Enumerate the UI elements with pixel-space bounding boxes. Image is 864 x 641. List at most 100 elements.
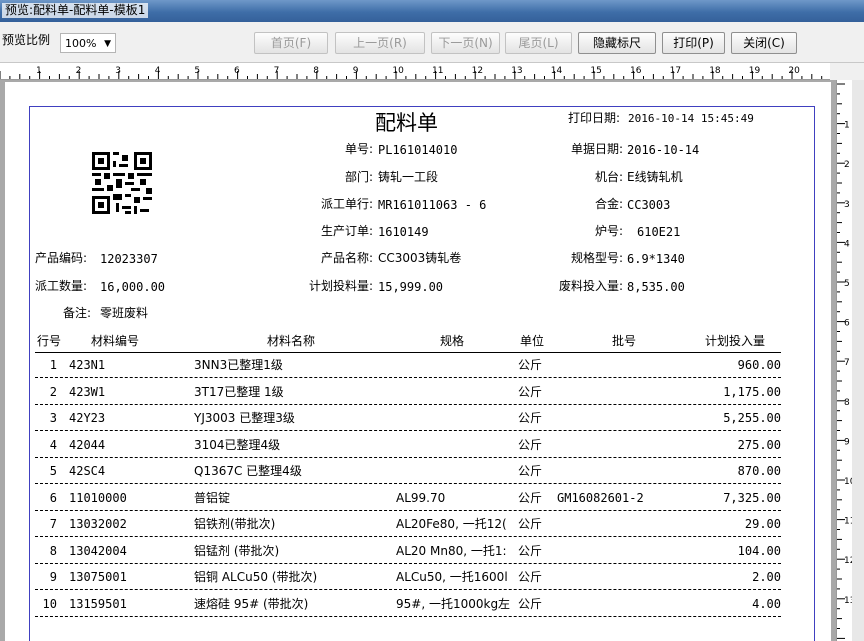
order-no-label: 单号: — [344, 142, 373, 156]
ruler-label: 3 — [115, 66, 121, 76]
dispatch-line-label: 派工单行: — [320, 197, 373, 211]
cell-unit: 公斤 — [518, 596, 543, 611]
ruler-label: 17 — [670, 66, 681, 76]
row-divider — [35, 536, 781, 537]
horizontal-ruler-ticks: 1 2 3 4 5 6 7 8 9 10 11 12 13 14 15 16 17 18 19 20 — [0, 66, 823, 79]
planned-qty-value: 15,999.00 — [378, 280, 444, 294]
spec-label: 规格型号: — [570, 251, 623, 265]
ruler-label: 20 — [788, 66, 800, 76]
ruler-label: 16 — [630, 66, 642, 76]
cell-qty: 4.00 — [752, 596, 781, 611]
cell-unit: 公斤 — [518, 358, 543, 372]
row-divider — [35, 456, 781, 458]
horizontal-ruler: 1 2 3 4 5 6 7 8 9 10 11 12 13 14 15 16 17 18 19 20 — [0, 63, 830, 80]
ruler-label: 2 — [844, 160, 850, 170]
cell-unit: 公斤 — [518, 570, 543, 584]
cell-unit: 公斤 — [518, 437, 543, 452]
ruler-label: 14 — [551, 66, 563, 76]
zoom-select[interactable]: 100% ▼ — [60, 33, 116, 53]
cell-code: 42SC4 — [69, 464, 106, 478]
ruler-label: 8 — [844, 398, 850, 408]
cell-unit: 公斤 — [518, 464, 543, 478]
furnace-label: 炉号: — [594, 224, 623, 238]
dispatch-line-value: MR161011063 - 6 — [378, 198, 487, 212]
cell-batch: GM16082601-2 — [557, 490, 644, 505]
product-code-value: 12023307 — [100, 252, 158, 266]
ruler-label: 9 — [353, 66, 359, 76]
ruler-label: 7 — [274, 66, 280, 76]
ruler-label: 1 — [36, 66, 42, 76]
cell-qty: 104.00 — [737, 543, 781, 558]
cell-code: 11010000 — [69, 490, 127, 505]
row-divider — [35, 430, 781, 431]
furnace-value: 610E21 — [637, 225, 681, 239]
hide-ruler-button[interactable]: 隐藏标尺 — [578, 32, 656, 54]
alloy-value: CC3003 — [627, 198, 671, 212]
col-name-header: 材料名称 — [267, 334, 316, 348]
ruler-label: 4 — [155, 66, 161, 76]
close-button[interactable]: 关闭(C) — [731, 32, 797, 54]
cell-unit: 公斤 — [518, 543, 543, 558]
cell-line: 1 — [49, 358, 57, 372]
toolbar: 预览比例 100% ▼ 首页(F) 上一页(R) 下一页(N) 尾页(L) 隐藏… — [0, 22, 864, 63]
cell-name: 普铝锭 — [194, 490, 231, 505]
row-divider — [35, 615, 781, 617]
cell-qty: 275.00 — [737, 437, 781, 452]
print-button[interactable]: 打印(P) — [662, 32, 725, 54]
ruler-label: 15 — [590, 66, 601, 76]
cell-name: 铝铁剂(带批次) — [194, 517, 276, 531]
product-code-label: 产品编码: — [35, 251, 88, 265]
cell-qty: 5,255.00 — [723, 411, 781, 425]
cell-name: 3T17已整理 1级 — [194, 384, 284, 399]
title-bar: 预览:配料单-配料单-模板1 — [0, 0, 864, 22]
cell-name: 3104已整理4级 — [194, 437, 281, 452]
row-divider — [35, 589, 781, 590]
product-name-value: CC3003铸轧卷 — [378, 251, 462, 265]
doc-date-value: 2016-10-14 — [627, 143, 700, 157]
next-page-button[interactable]: 下一页(N) — [431, 32, 500, 54]
row-divider — [35, 483, 781, 484]
cell-code: 13159501 — [69, 596, 127, 611]
print-date-label: 打印日期: — [568, 111, 621, 125]
cell-line: 3 — [49, 411, 57, 425]
col-qty-header: 计划投入量 — [705, 334, 766, 348]
paper-page: 配料单 打印日期: 2016-10-14 15:45:49 单号: PL1610… — [5, 82, 831, 641]
col-spec-header: 规格 — [440, 334, 465, 348]
spec-value: 6.9*1340 — [627, 252, 685, 266]
ruler-label: 3 — [844, 200, 850, 210]
row-divider — [35, 377, 781, 378]
cell-qty: 1,175.00 — [723, 384, 781, 399]
vertical-scrollbar[interactable] — [852, 80, 864, 641]
zoom-value: 100% — [65, 37, 97, 50]
chevron-down-icon: ▼ — [104, 39, 111, 49]
cell-code: 13075001 — [69, 570, 127, 584]
row-divider — [35, 562, 781, 564]
col-batch-header: 批号 — [612, 334, 637, 348]
ruler-label: 18 — [709, 66, 721, 76]
col-unit-header: 单位 — [520, 334, 545, 348]
cell-line: 8 — [49, 543, 57, 558]
ruler-label: 6 — [844, 319, 850, 329]
col-code-header: 材料编号 — [91, 334, 140, 348]
planned-qty-label: 计划投料量: — [308, 279, 373, 293]
cell-line: 4 — [49, 437, 57, 452]
first-page-button[interactable]: 首页(F) — [254, 32, 328, 54]
ruler-label: 5 — [194, 66, 200, 76]
cell-spec: 95#, 一托1000kg左 — [396, 596, 511, 611]
cell-line: 6 — [49, 490, 57, 505]
cell-line: 2 — [49, 384, 57, 399]
cell-spec: AL20 Mn80, 一托1: — [396, 543, 507, 558]
ruler-label: 19 — [749, 66, 761, 76]
ruler-label: 11 — [432, 66, 443, 76]
prev-page-button[interactable]: 上一页(R) — [335, 32, 425, 54]
last-page-button[interactable]: 尾页(L) — [505, 32, 572, 54]
zoom-label: 预览比例 — [2, 33, 51, 47]
cell-qty: 960.00 — [737, 358, 781, 372]
ruler-label: 7 — [844, 358, 850, 368]
remark-label: 备注: — [63, 306, 92, 320]
dept-value: 铸轧一工段 — [378, 170, 439, 184]
machine-value: E线铸轧机 — [627, 170, 683, 184]
ruler-label: 12 — [472, 66, 483, 76]
cell-line: 9 — [49, 570, 57, 584]
dispatch-qty-value: 16,000.00 — [100, 280, 166, 294]
